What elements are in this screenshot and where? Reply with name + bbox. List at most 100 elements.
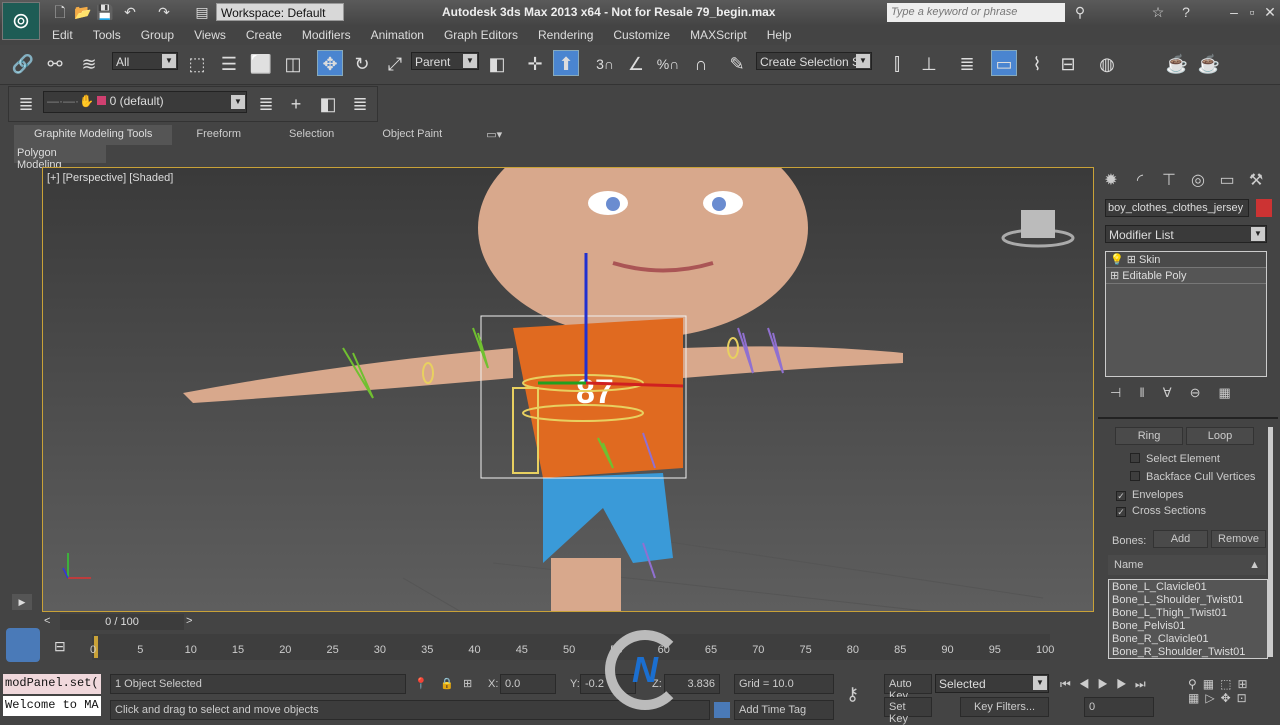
add-time-tag-button[interactable]: Add Time Tag <box>734 700 834 720</box>
rect-selection-icon[interactable]: ⬜ <box>248 51 274 77</box>
percent-snap-icon[interactable]: %∩ <box>655 51 681 77</box>
hierarchy-tab-icon[interactable]: ⊤ <box>1156 169 1182 193</box>
set-key-button[interactable]: Set Key <box>884 697 932 725</box>
motion-tab-icon[interactable]: ◎ <box>1185 169 1211 193</box>
tab-selection[interactable]: Selection <box>265 125 358 145</box>
cross-sections-checkbox[interactable]: ✓ Cross Sections <box>1116 505 1206 517</box>
utilities-tab-icon[interactable]: ⚒ <box>1243 169 1269 193</box>
selection-filter-dropdown[interactable]: All ▼ <box>112 52 178 70</box>
link-icon[interactable]: 🔗 <box>10 51 36 77</box>
object-name-field[interactable]: boy_clothes_clothes_jersey <box>1105 199 1249 217</box>
viewcube[interactable] <box>1001 210 1075 248</box>
add-to-layer-icon[interactable]: + <box>283 91 309 117</box>
unlink-icon[interactable]: ⚯ <box>42 51 68 77</box>
menu-create[interactable]: Create <box>236 26 292 44</box>
maxscript-output[interactable]: Welcome to MA <box>3 696 101 716</box>
ring-button[interactable]: Ring <box>1115 427 1183 445</box>
window-crossing-icon[interactable]: ◫ <box>280 51 306 77</box>
new-file-icon[interactable]: 🗋 <box>52 4 68 20</box>
modifier-list-dropdown[interactable]: Modifier List ▼ <box>1105 225 1267 243</box>
menu-tools[interactable]: Tools <box>83 26 131 44</box>
render-setup-icon[interactable]: ☕ <box>1164 51 1190 77</box>
bone-item[interactable]: Bone_L_Clavicle01 <box>1112 581 1264 594</box>
close-icon[interactable]: ✕ <box>1262 4 1278 20</box>
snap-toggle-icon[interactable]: 3∩ <box>592 51 618 77</box>
curve-editor-icon[interactable]: ⌇ <box>1024 51 1050 77</box>
schematic-view-icon[interactable]: ⊟ <box>1055 51 1081 77</box>
move-icon[interactable]: ✥ <box>317 50 343 76</box>
current-frame-field[interactable]: 0 <box>1084 697 1154 717</box>
backface-cull-checkbox[interactable]: Backface Cull Vertices <box>1130 471 1255 483</box>
menu-edit[interactable]: Edit <box>42 26 83 44</box>
stack-item-editable-poly[interactable]: ⊞ Editable Poly <box>1106 268 1266 284</box>
spinner-snap-icon[interactable]: ∩ <box>688 51 714 77</box>
named-selection-dropdown[interactable]: Create Selection Se ▼ <box>756 52 872 70</box>
polygon-modeling-panel[interactable]: Polygon Modeling <box>14 145 106 171</box>
new-layer-icon[interactable]: ≣ <box>253 91 279 117</box>
render-icon[interactable]: ☕ <box>1196 51 1222 77</box>
select-in-layer-icon[interactable]: ◧ <box>315 91 341 117</box>
bind-space-warp-icon[interactable]: ≋ <box>76 51 102 77</box>
menu-help[interactable]: Help <box>757 26 802 44</box>
reference-coordinate-dropdown[interactable]: Parent ▼ <box>411 52 479 70</box>
scale-icon[interactable]: ⤢ <box>382 51 408 77</box>
stack-tools[interactable]: ⊣ǁ∀⊖▦ <box>1110 385 1249 401</box>
perspective-viewport[interactable]: 87 [+] [Perspective] [Shaded] <box>42 167 1094 612</box>
align-icon[interactable]: ⊥ <box>916 51 942 77</box>
auto-key-button[interactable]: Auto Key <box>884 674 932 702</box>
expand-track-bar-button[interactable]: ▶ <box>12 594 32 610</box>
keyboard-shortcut-override-icon[interactable]: ⬆ <box>553 50 579 76</box>
add-bone-button[interactable]: Add <box>1153 530 1208 548</box>
manipulate-icon[interactable]: ✛ <box>522 51 548 77</box>
maximize-icon[interactable]: ▫ <box>1244 4 1260 20</box>
binoculars-icon[interactable]: ⚲ <box>1072 4 1088 20</box>
playback-controls[interactable]: ⏮◀▶▶⏭ <box>1060 677 1154 692</box>
project-folder-icon[interactable]: ▤ <box>194 4 210 20</box>
menu-graph-editors[interactable]: Graph Editors <box>434 26 528 44</box>
menu-animation[interactable]: Animation <box>361 26 434 44</box>
object-color-swatch[interactable] <box>1256 199 1272 217</box>
tab-graphite-modeling-tools[interactable]: Graphite Modeling Tools <box>14 125 173 145</box>
set-current-layer-icon[interactable]: ≣ <box>347 91 373 117</box>
rotate-icon[interactable]: ↻ <box>349 51 375 77</box>
curve-editor-icon[interactable]: ⊟ <box>54 638 66 655</box>
workspace-dropdown[interactable]: Workspace: Default <box>216 3 344 21</box>
angle-snap-icon[interactable]: ∠ <box>623 51 649 77</box>
viewport-label[interactable]: [+] [Perspective] [Shaded] <box>47 172 173 184</box>
modify-tab-icon[interactable]: ◜ <box>1127 169 1153 193</box>
help-icon[interactable]: ? <box>1178 4 1194 20</box>
frame-counter[interactable]: 0 / 100 <box>60 614 184 630</box>
prev-frame-arrow[interactable]: < <box>44 615 50 627</box>
edit-named-selection-icon[interactable]: ✎ <box>724 51 750 77</box>
bone-item[interactable]: Bone_L_Shoulder_Twist01 <box>1112 594 1264 607</box>
material-editor-icon[interactable]: ◍ <box>1094 51 1120 77</box>
menu-group[interactable]: Group <box>131 26 184 44</box>
search-input[interactable]: Type a keyword or phrase <box>887 3 1065 22</box>
redo-icon[interactable]: ↷ <box>156 4 172 20</box>
maxscript-listener[interactable]: modPanel.set( <box>3 674 101 694</box>
menu-maxscript[interactable]: MAXScript <box>680 26 757 44</box>
mirror-icon[interactable]: ⫿ <box>884 51 910 77</box>
name-column-header[interactable]: Name ▲ <box>1108 555 1266 575</box>
menu-views[interactable]: Views <box>184 26 236 44</box>
loop-button[interactable]: Loop <box>1186 427 1254 445</box>
star-icon[interactable]: ☆ <box>1150 4 1166 20</box>
app-logo-button[interactable]: ⊚ <box>2 2 40 40</box>
bone-item[interactable]: Bone_R_Shoulder_Twist01 <box>1112 646 1264 658</box>
select-element-checkbox[interactable]: Select Element <box>1130 453 1220 465</box>
menu-customize[interactable]: Customize <box>603 26 680 44</box>
menu-rendering[interactable]: Rendering <box>528 26 603 44</box>
lock-selection-icon[interactable]: 🔒 <box>440 677 454 690</box>
x-coordinate-field[interactable]: 0.0 <box>500 674 556 694</box>
bone-item[interactable]: Bone_L_Thigh_Twist01 <box>1112 607 1264 620</box>
open-file-icon[interactable]: 📂 <box>74 4 91 20</box>
viewport-navigation-controls[interactable]: ⚲▦⬚⊞ ▦▷✥⊡ <box>1188 677 1254 705</box>
time-tag-icon[interactable] <box>714 702 730 718</box>
bone-list[interactable]: Bone_L_Clavicle01 Bone_L_Shoulder_Twist0… <box>1108 579 1268 659</box>
stack-item-skin[interactable]: 💡 ⊞ Skin <box>1106 252 1266 268</box>
bone-item[interactable]: Bone_Pelvis01 <box>1112 620 1264 633</box>
remove-bone-button[interactable]: Remove <box>1211 530 1266 548</box>
bone-item[interactable]: Bone_R_Clavicle01 <box>1112 633 1264 646</box>
mini-curve-editor-toggle[interactable] <box>6 628 40 662</box>
next-frame-arrow[interactable]: > <box>186 615 192 627</box>
